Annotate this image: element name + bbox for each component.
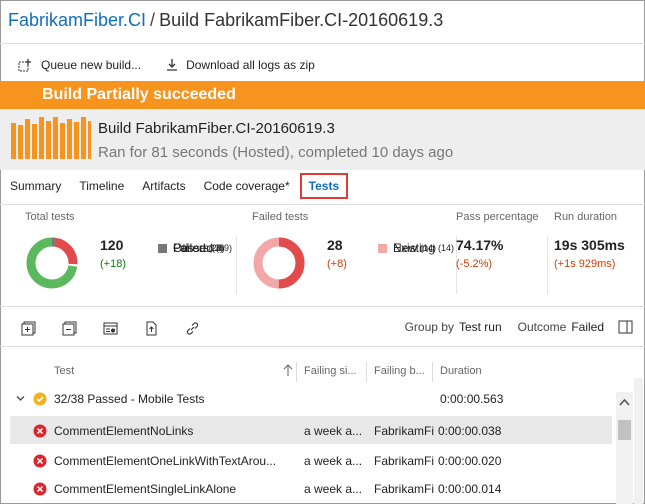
expand-all-icon [21,321,35,335]
total-tests-delta: (+18) [100,258,126,270]
build-status-text: Build Partially succeeded [42,86,236,103]
tab-bar: Summary Timeline Artifacts Code coverage… [0,173,356,199]
failed-tests-label: Failed tests [252,211,309,223]
tab-summary[interactable]: Summary [10,173,61,199]
breadcrumb-build: Build FabrikamFiber.CI-20160619.3 [159,10,444,30]
divider [0,204,645,205]
duration: 0:00:00.038 [438,424,502,438]
pass-percentage-value: 74.17% [456,237,504,253]
divider [0,346,645,347]
run-duration-label: Run duration [554,211,617,223]
link-button[interactable] [184,320,200,336]
group-by-dropdown[interactable]: Test run [459,320,502,334]
column-duration[interactable]: Duration [440,365,482,377]
failing-build[interactable]: FabrikamFi [374,482,438,496]
total-tests-label: Total tests [25,211,75,223]
failed-icon [33,454,47,468]
failed-tests-value: 28 [327,237,343,253]
group-title: 32/38 Passed - Mobile Tests [54,392,205,406]
group-duration: 0:00:00.563 [440,392,504,406]
table-row[interactable]: CommentElementSingleLinkAlone a week a..… [10,474,612,502]
sort-up-icon[interactable] [283,364,293,377]
download-icon [167,59,178,71]
build-subtitle: Ran for 81 seconds (Hosted), completed 1… [98,144,454,161]
download-logs-label: Download all logs as zip [186,58,315,72]
scrollbar-thumb[interactable] [618,420,631,440]
divider [0,43,645,44]
tab-timeline[interactable]: Timeline [79,173,124,199]
group-by-label: Group by [404,320,454,334]
total-tests-value: 120 [100,237,124,253]
attach-file-button[interactable] [143,320,159,336]
failed-icon [33,482,47,496]
breadcrumb: FabrikamFiber.CI / Build FabrikamFiber.CI-… [8,10,443,36]
tab-artifacts[interactable]: Artifacts [142,173,185,199]
failing-build[interactable]: FabrikamFi [374,454,438,468]
failed-tests-delta: (+8) [327,258,347,270]
breadcrumb-pipeline-link[interactable]: FabrikamFiber.CI [8,10,146,30]
failed-tests-donut-chart [253,237,305,289]
failing-since: a week a... [304,482,363,496]
build-status-banner: Build Partially succeeded [0,81,645,109]
scroll-up-arrow-icon[interactable] [619,398,630,406]
queue-new-build-button[interactable]: Queue new build... [18,58,141,72]
failed-icon [33,424,47,438]
run-duration-value: 19s 305ms [554,237,625,253]
queue-build-icon [18,59,31,72]
test-name: CommentElementSingleLinkAlone [54,482,237,496]
results-table-header: Test Failing si... Failing b... Duration [0,362,612,382]
table-row[interactable]: CommentElementOneLinkWithTextArou... a w… [10,446,612,474]
stats-separator [547,236,548,294]
run-duration-delta: (+1s 929ms) [554,258,616,270]
failing-build[interactable]: FabrikamFi [374,424,438,438]
create-bug-button[interactable] [102,320,118,336]
build-history-bars-icon [11,117,91,159]
duration: 0:00:00.020 [438,454,502,468]
collapse-all-icon [62,321,76,335]
column-test[interactable]: Test [54,365,74,377]
download-logs-button[interactable]: Download all logs as zip [165,58,315,72]
build-info-panel: Build FabrikamFiber.CI-20160619.3 Ran fo… [0,109,645,170]
test-name: CommentElementOneLinkWithTextArou... [54,454,277,468]
duration: 0:00:00.014 [438,482,502,496]
document-icon [146,321,156,335]
test-group-row[interactable]: 32/38 Passed - Mobile Tests 0:00:00.563 [0,390,612,410]
partial-success-icon [33,392,47,406]
failing-since: a week a... [304,424,363,438]
outcome-dropdown[interactable]: Failed [571,320,604,334]
page-scrollbar[interactable] [634,378,643,504]
chevron-down-icon[interactable] [16,394,25,403]
failing-since: a week a... [304,454,363,468]
toolbar: Queue new build... Download all logs as … [18,54,339,76]
table-scrollbar[interactable] [616,392,633,504]
breadcrumb-separator: / [150,10,156,30]
build-title: Build FabrikamFiber.CI-20160619.3 [98,120,335,137]
divider [0,306,645,307]
test-name: CommentElementNoLinks [54,424,194,438]
stats-separator [236,236,237,294]
column-failing-build[interactable]: Failing b... [374,365,425,377]
tab-code-coverage[interactable]: Code coverage* [204,173,290,199]
filter-bar: Group by Test run Outcome Failed [405,320,633,334]
bug-icon [103,322,117,334]
table-row[interactable]: CommentElementNoLinks a week a... Fabrik… [10,416,612,444]
column-failing-since[interactable]: Failing si... [304,365,357,377]
link-icon [186,321,198,335]
details-pane-toggle-icon[interactable] [618,320,633,334]
results-toolbar [20,318,225,338]
collapse-all-button[interactable] [61,320,77,336]
outcome-label: Outcome [517,320,567,334]
expand-all-button[interactable] [20,320,36,336]
pass-percentage-delta: (-5.2%) [456,258,493,270]
pass-percentage-label: Pass percentage [456,211,539,223]
queue-new-build-label: Queue new build... [41,58,142,72]
total-tests-donut-chart [26,237,78,289]
tab-tests[interactable]: Tests [299,173,349,199]
